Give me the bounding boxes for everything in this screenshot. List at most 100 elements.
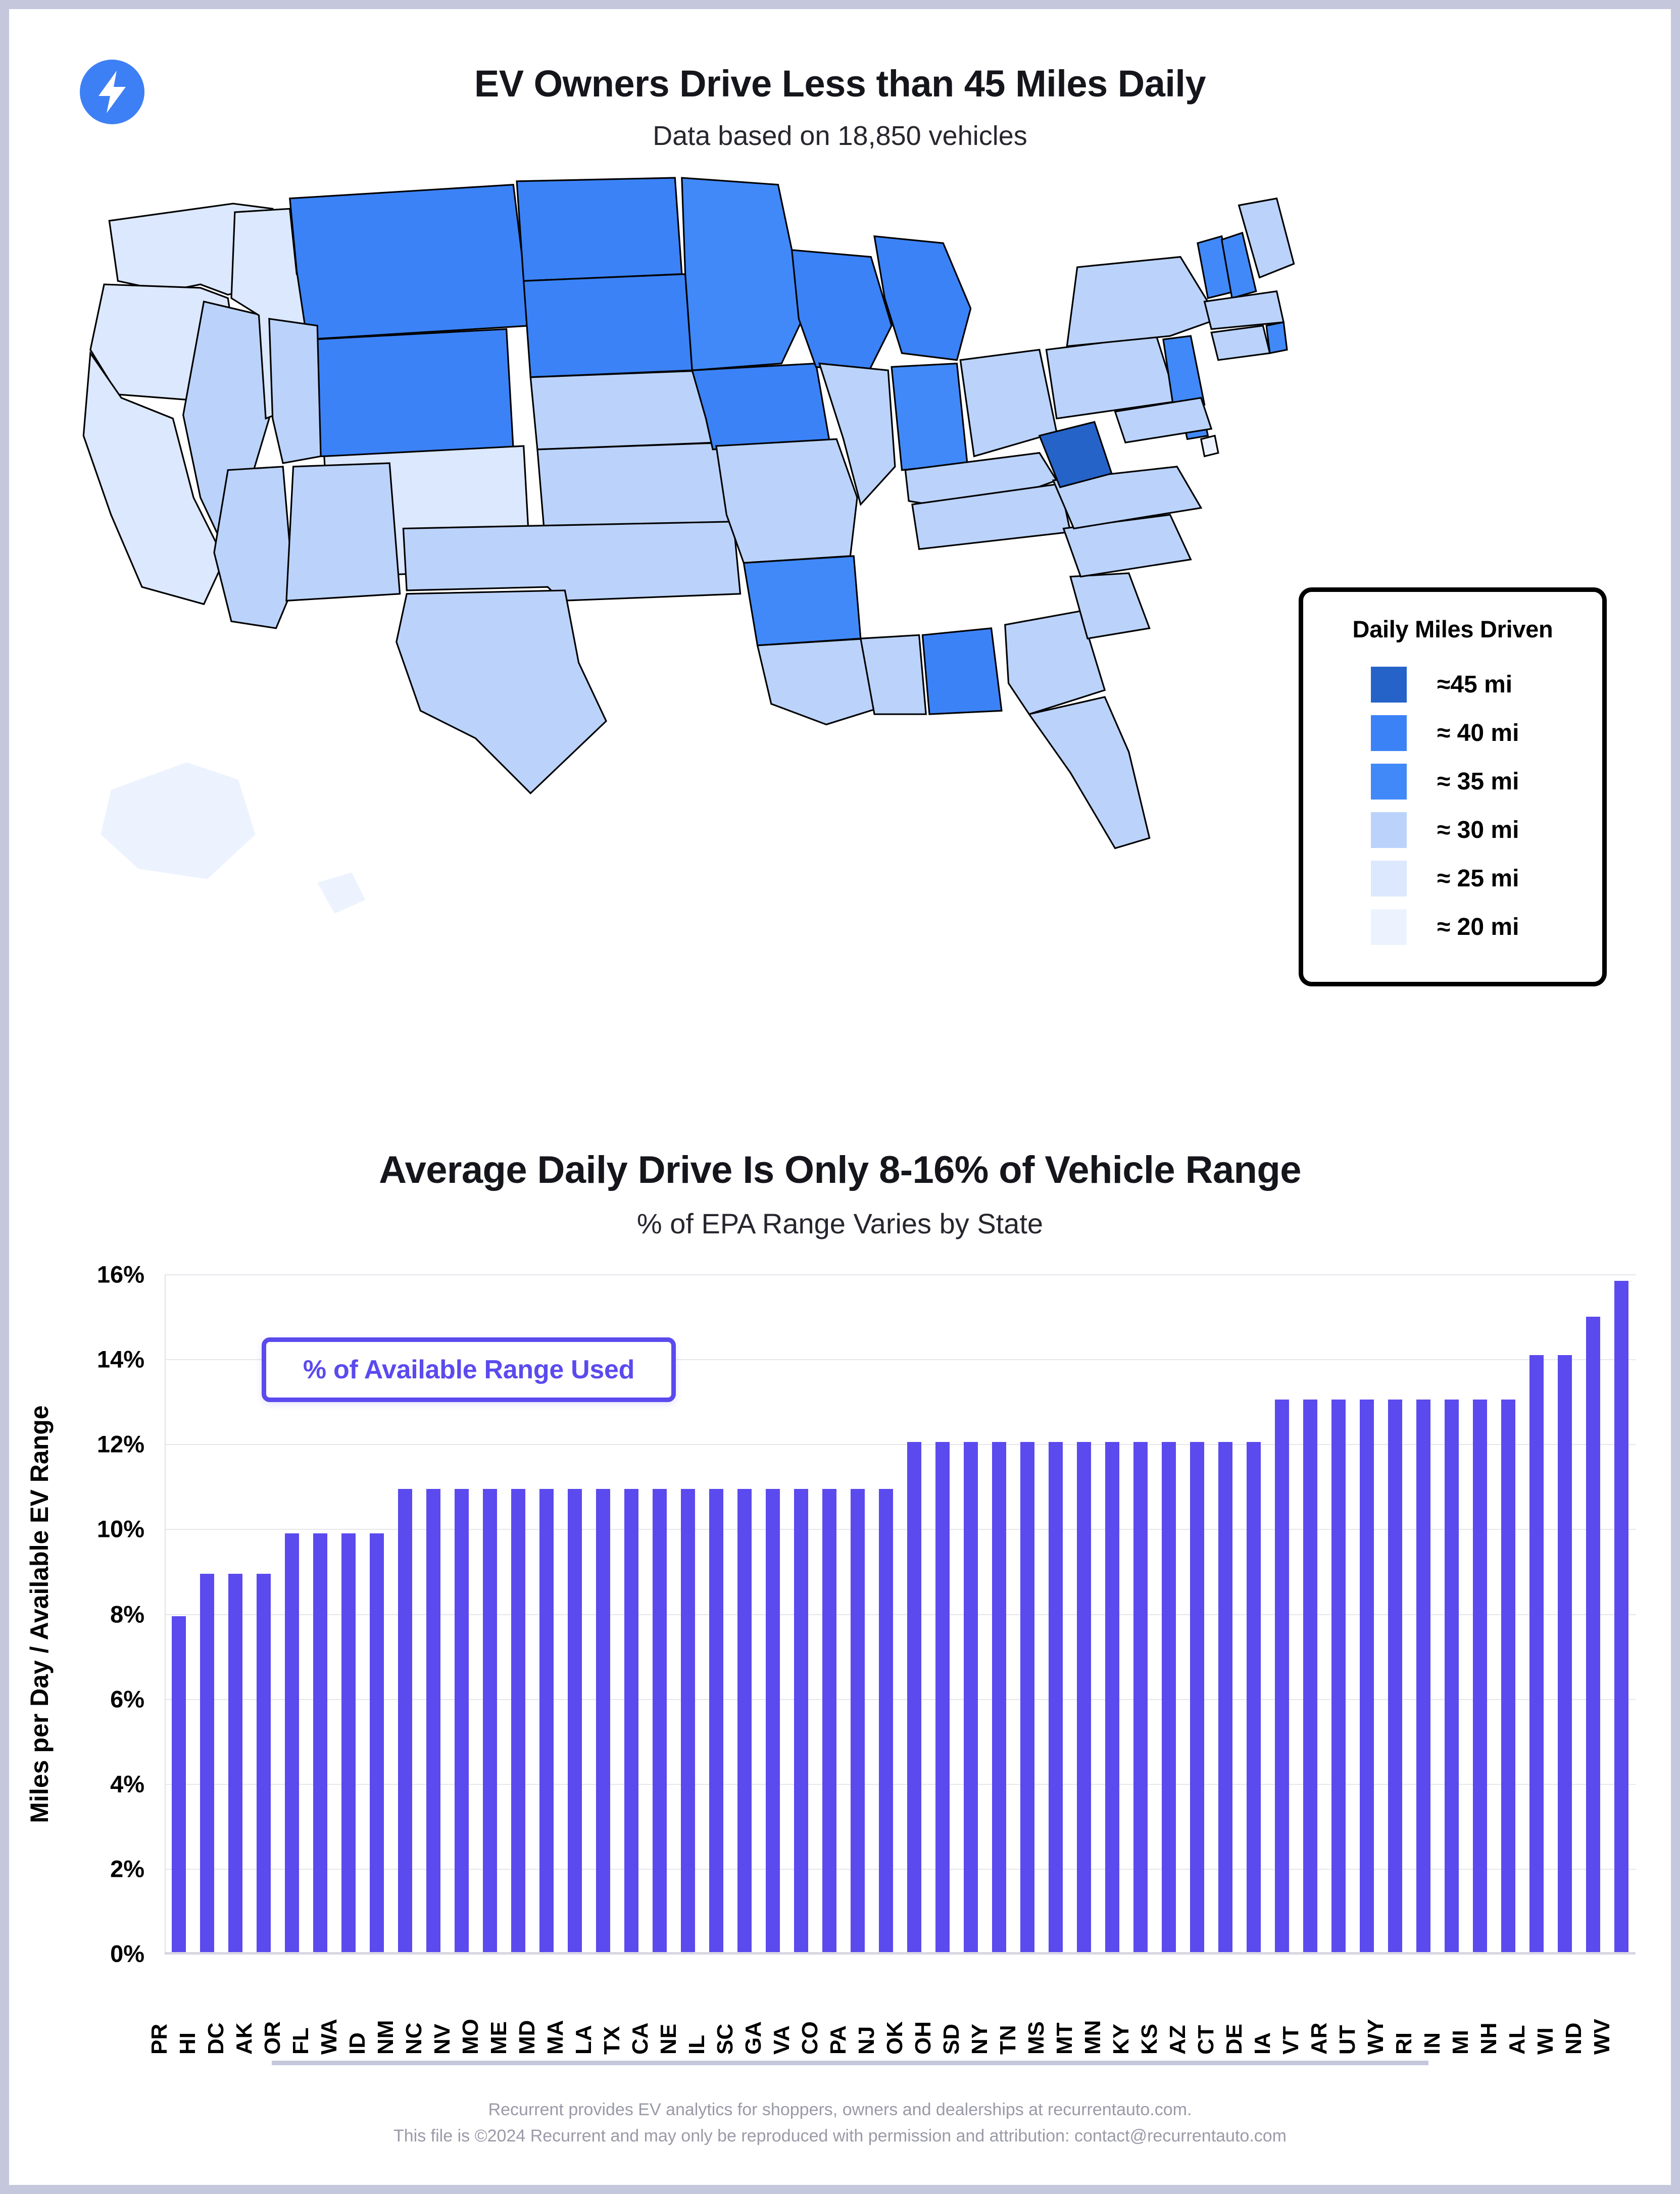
y-tick-label: 14% — [96, 1345, 144, 1373]
map-state-mt — [290, 185, 531, 339]
x-tick-label: ME — [486, 2021, 511, 2055]
x-tick-label: WV — [1590, 2019, 1614, 2055]
map-state-fl — [1029, 697, 1149, 849]
x-tick-label: NJ — [854, 2026, 879, 2055]
table-row — [1388, 1399, 1402, 1954]
x-tick-label: AZ — [1165, 2025, 1190, 2055]
table-row — [653, 1488, 667, 1954]
x-tick-label: MA — [543, 2020, 568, 2055]
x-tick-label: OR — [260, 2021, 285, 2055]
x-tick-label: PR — [147, 2023, 172, 2055]
legend-label-25: ≈ 25 mi — [1437, 865, 1519, 892]
footer-divider — [272, 2061, 1428, 2065]
x-tick-label: KS — [1137, 2023, 1162, 2055]
x-tick-label: TX — [600, 2026, 624, 2055]
legend-swatch-30 — [1371, 812, 1407, 848]
table-row — [1473, 1399, 1487, 1954]
x-tick-label: AL — [1505, 2025, 1529, 2055]
x-tick-label: CO — [798, 2021, 822, 2055]
x-tick-label: AK — [232, 2022, 257, 2055]
table-row — [341, 1533, 356, 1954]
x-tick-label: MN — [1080, 2020, 1105, 2055]
map-state-al — [922, 628, 1002, 714]
x-tick-label: UT — [1335, 2025, 1360, 2055]
map-state-ak — [101, 762, 256, 879]
table-row — [228, 1573, 242, 1954]
table-row — [766, 1488, 780, 1954]
table-row — [1190, 1442, 1204, 1954]
map-state-mn — [682, 178, 809, 370]
x-tick-label: CT — [1194, 2025, 1218, 2055]
legend-swatch-20 — [1371, 909, 1407, 945]
table-row — [1133, 1442, 1148, 1954]
legend-item: ≈ 20 mi — [1303, 903, 1602, 951]
legend-label-40: ≈ 40 mi — [1437, 719, 1519, 746]
page-subtitle: Data based on 18,850 vehicles — [653, 121, 1027, 151]
x-tick-label: CA — [628, 2022, 653, 2055]
map-state-dc — [1201, 436, 1218, 457]
table-row — [1077, 1442, 1091, 1954]
x-tick-label: NC — [402, 2022, 426, 2055]
table-row — [1445, 1399, 1459, 1954]
table-row — [1275, 1399, 1289, 1954]
gridline — [165, 1954, 1636, 1955]
legend-item: ≈ 35 mi — [1303, 757, 1602, 806]
legend-swatch-40 — [1371, 715, 1407, 751]
y-tick-label: 10% — [96, 1515, 144, 1542]
table-row — [1416, 1399, 1430, 1954]
map-state-nd — [517, 178, 682, 281]
x-axis-line — [165, 1952, 1636, 1954]
chart-legend-pill: % of Available Range Used — [262, 1337, 676, 1402]
table-row — [1303, 1399, 1317, 1954]
table-row — [172, 1616, 186, 1954]
legend-swatch-45 — [1371, 666, 1407, 703]
x-tick-label: ID — [345, 2032, 370, 2055]
table-row — [992, 1442, 1006, 1954]
map-state-ri — [1266, 322, 1287, 353]
map-state-sd — [524, 274, 693, 377]
table-row — [511, 1488, 525, 1954]
table-row — [681, 1488, 695, 1954]
legend-title: Daily Miles Driven — [1352, 616, 1553, 642]
y-tick-label: 16% — [96, 1261, 144, 1288]
table-row — [794, 1488, 808, 1954]
page-title: EV Owners Drive Less than 45 Miles Daily — [474, 63, 1206, 105]
x-tick-label: MT — [1052, 2022, 1077, 2055]
x-tick-label: WY — [1363, 2019, 1388, 2055]
map-state-az — [214, 467, 293, 628]
table-row — [1162, 1442, 1176, 1954]
x-tick-label: LA — [571, 2025, 596, 2055]
x-tick-label: HI — [175, 2032, 200, 2055]
legend-label-35: ≈ 35 mi — [1437, 768, 1519, 795]
x-tick-label: WI — [1533, 2027, 1558, 2055]
x-tick-label: AR — [1307, 2022, 1331, 2055]
x-tick-label: GA — [741, 2021, 766, 2055]
chart-subtitle: % of EPA Range Varies by State — [636, 1208, 1044, 1239]
table-row — [935, 1442, 950, 1954]
x-tick-label: IL — [684, 2034, 709, 2055]
legend-item: ≈ 30 mi — [1303, 806, 1602, 854]
x-tick-label: OH — [911, 2021, 935, 2055]
map-state-ia — [692, 364, 829, 450]
y-axis-tick-labels: 0% 2% 4% 6% 8% 10% 12% 14% 16% — [9, 1261, 156, 1967]
x-tick-label: SD — [939, 2023, 964, 2055]
x-tick-label: NE — [656, 2023, 681, 2055]
x-tick-label: IA — [1250, 2032, 1275, 2055]
map-state-ne — [530, 370, 716, 450]
table-row — [1586, 1317, 1600, 1954]
y-tick-label: 12% — [96, 1430, 144, 1458]
map-state-mo — [716, 439, 857, 563]
legend-item: ≈45 mi — [1303, 660, 1602, 709]
map-state-mi — [874, 236, 971, 360]
x-tick-label: RI — [1392, 2032, 1416, 2055]
table-row — [200, 1573, 214, 1954]
y-tick-label: 4% — [110, 1770, 144, 1798]
legend-swatch-25 — [1371, 860, 1407, 896]
x-tick-label: VA — [769, 2025, 794, 2055]
x-tick-label: NV — [430, 2023, 455, 2055]
map-state-ma — [1205, 291, 1284, 329]
table-row — [1105, 1442, 1119, 1954]
x-tick-label: MD — [515, 2020, 539, 2055]
x-tick-label: NY — [967, 2023, 992, 2055]
footer-line-1: Recurrent provides EV analytics for shop… — [488, 2100, 1192, 2119]
